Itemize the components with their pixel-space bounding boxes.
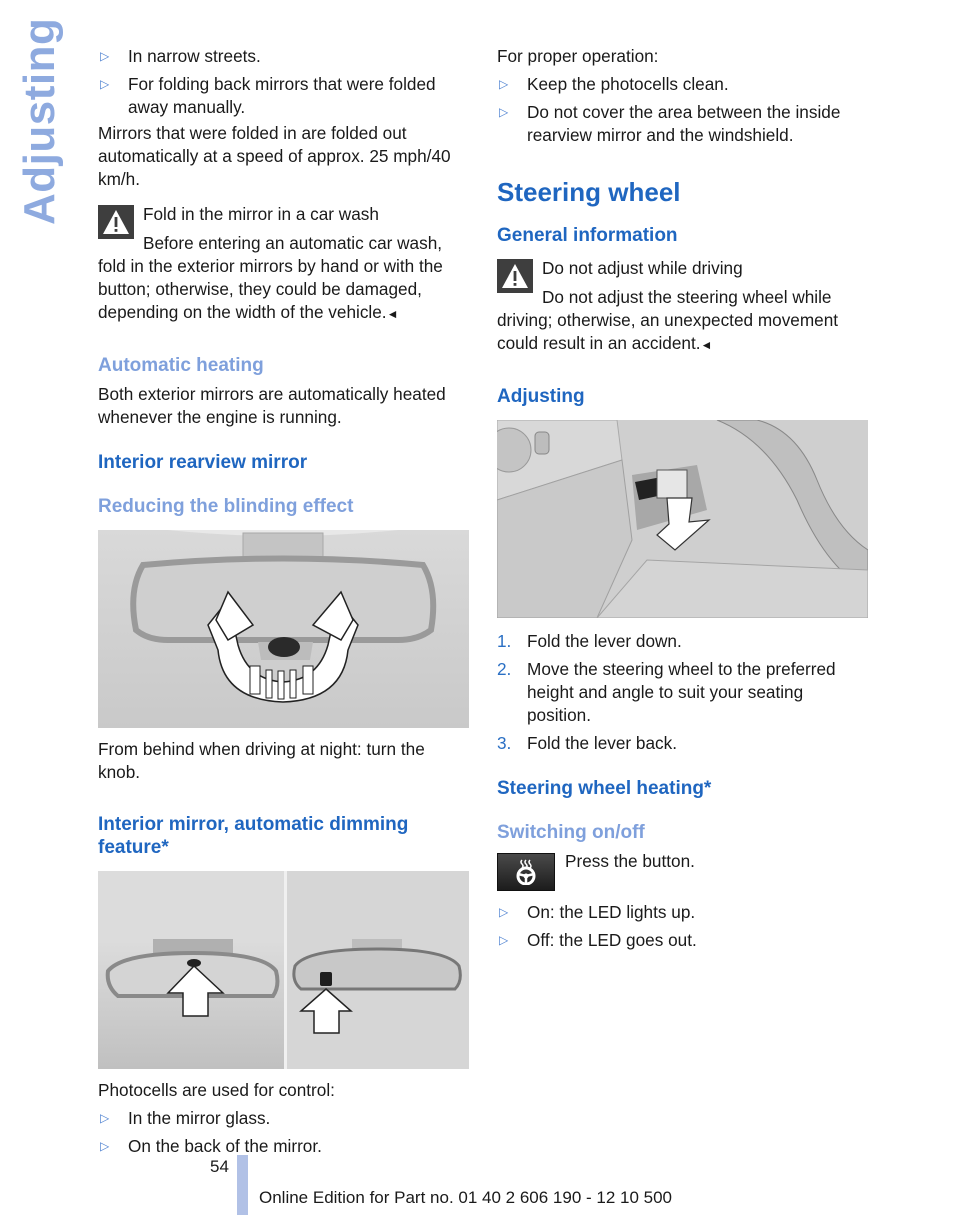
triangle-right-icon: ▷ <box>499 77 509 91</box>
adjust-driving-warning: Do not adjust while driving Do not adjus… <box>497 257 869 357</box>
triangle-right-icon: ▷ <box>100 1111 110 1125</box>
side-chapter-title: Adjusting <box>15 17 64 225</box>
warning-triangle-icon <box>98 205 134 239</box>
steering-lever-figure <box>497 420 868 618</box>
list-item: ▷ Do not cover the area between the insid… <box>499 102 841 145</box>
warning-body-wrap: Do not adjust the steering wheel while d… <box>497 286 869 357</box>
list-item: ▷ On the back of the mirror. <box>100 1136 322 1156</box>
list-item: ▷ In narrow streets. <box>100 46 261 66</box>
proper-operation-intro: For proper operation: <box>497 46 659 66</box>
heating-button-row: Press the button. <box>497 850 869 895</box>
list-item: ▷ On: the LED lights up. <box>499 902 696 922</box>
reducing-blinding-heading: Reducing the blinding effect <box>98 496 354 517</box>
automatic-heating-heading: Automatic heating <box>98 355 264 376</box>
list-item: 3. Fold the lever back. <box>497 733 677 753</box>
interior-mirror-heading: Interior rearview mirror <box>98 452 308 473</box>
photocells-intro: Photocells are used for control: <box>98 1080 335 1100</box>
heated-steering-wheel-icon <box>516 859 536 885</box>
heated-steering-wheel-button[interactable] <box>497 853 555 891</box>
triangle-right-icon: ▷ <box>100 77 110 91</box>
mirror-back-panel <box>287 871 469 1069</box>
mirror-front-panel <box>98 871 284 1069</box>
end-mark-icon: ◄ <box>386 307 399 321</box>
fold-out-paragraph: Mirrors that were folded in are folded o… <box>98 123 451 189</box>
photocell-figure <box>98 871 469 1069</box>
edition-footer: Online Edition for Part no. 01 40 2 606 … <box>259 1188 673 1207</box>
figure1-caption: From behind when driving at night: turn … <box>98 739 425 782</box>
footer-accent-bar <box>237 1155 248 1215</box>
triangle-right-icon: ▷ <box>499 105 509 119</box>
list-item: ▷ Keep the photocells clean. <box>499 74 729 94</box>
proper-operation-bullet-list: ▷ Keep the photocells clean. ▷ Do not cove… <box>497 73 869 147</box>
triangle-right-icon: ▷ <box>100 1139 110 1153</box>
led-bullet-list: ▷ On: the LED lights up. ▷ Off: the LED go… <box>497 901 869 952</box>
warning-triangle-icon <box>497 259 533 293</box>
page-number: 54 <box>210 1157 229 1176</box>
left-column: ▷ In narrow streets. ▷ For folding back mi… <box>98 45 470 1163</box>
list-item: 1. Fold the lever down. <box>497 631 682 651</box>
list-item: ▷ In the mirror glass. <box>100 1108 271 1128</box>
warning-body: Do not adjust the steering wheel while d… <box>497 287 839 353</box>
steering-wheel-heating-heading: Steering wheel heating* <box>497 778 712 799</box>
fold-back-bullet-list: ▷ In narrow streets. ▷ For folding back mi… <box>98 45 470 119</box>
steering-wheel-title: Steering wheel <box>497 177 681 207</box>
triangle-right-icon: ▷ <box>100 49 110 63</box>
adjusting-heading: Adjusting <box>497 386 585 407</box>
list-item: ▷ Off: the LED goes out. <box>499 930 697 950</box>
end-mark-icon: ◄ <box>700 338 713 352</box>
warning-title: Fold in the mirror in a car wash <box>143 204 379 224</box>
photocells-bullet-list: ▷ In the mirror glass. ▷ On the back of th… <box>98 1107 470 1158</box>
automatic-dimming-heading: Interior mirror, automatic dimming featu… <box>98 814 409 858</box>
list-item: ▷ For folding back mirrors that were fold… <box>100 74 436 117</box>
list-item: 2. Move the steering wheel to the preferr… <box>497 659 836 725</box>
automatic-heating-text: Both exterior mirrors are automatically … <box>98 384 446 427</box>
triangle-right-icon: ▷ <box>499 905 509 919</box>
general-information-heading: General information <box>497 225 678 246</box>
warning-body-wrap: Before entering an automatic car wash, f… <box>98 232 470 326</box>
warning-title: Do not adjust while driving <box>542 258 743 278</box>
right-column: For proper operation: ▷ Keep the photocel… <box>497 45 869 957</box>
switching-on-off-heading: Switching on/off <box>497 822 645 843</box>
adjusting-steps-list: 1. Fold the lever down. 2. Move the steeri… <box>497 630 869 755</box>
triangle-right-icon: ▷ <box>499 933 509 947</box>
mirror-knob-figure <box>98 530 469 728</box>
car-wash-warning: Fold in the mirror in a car wash Before … <box>98 203 470 326</box>
